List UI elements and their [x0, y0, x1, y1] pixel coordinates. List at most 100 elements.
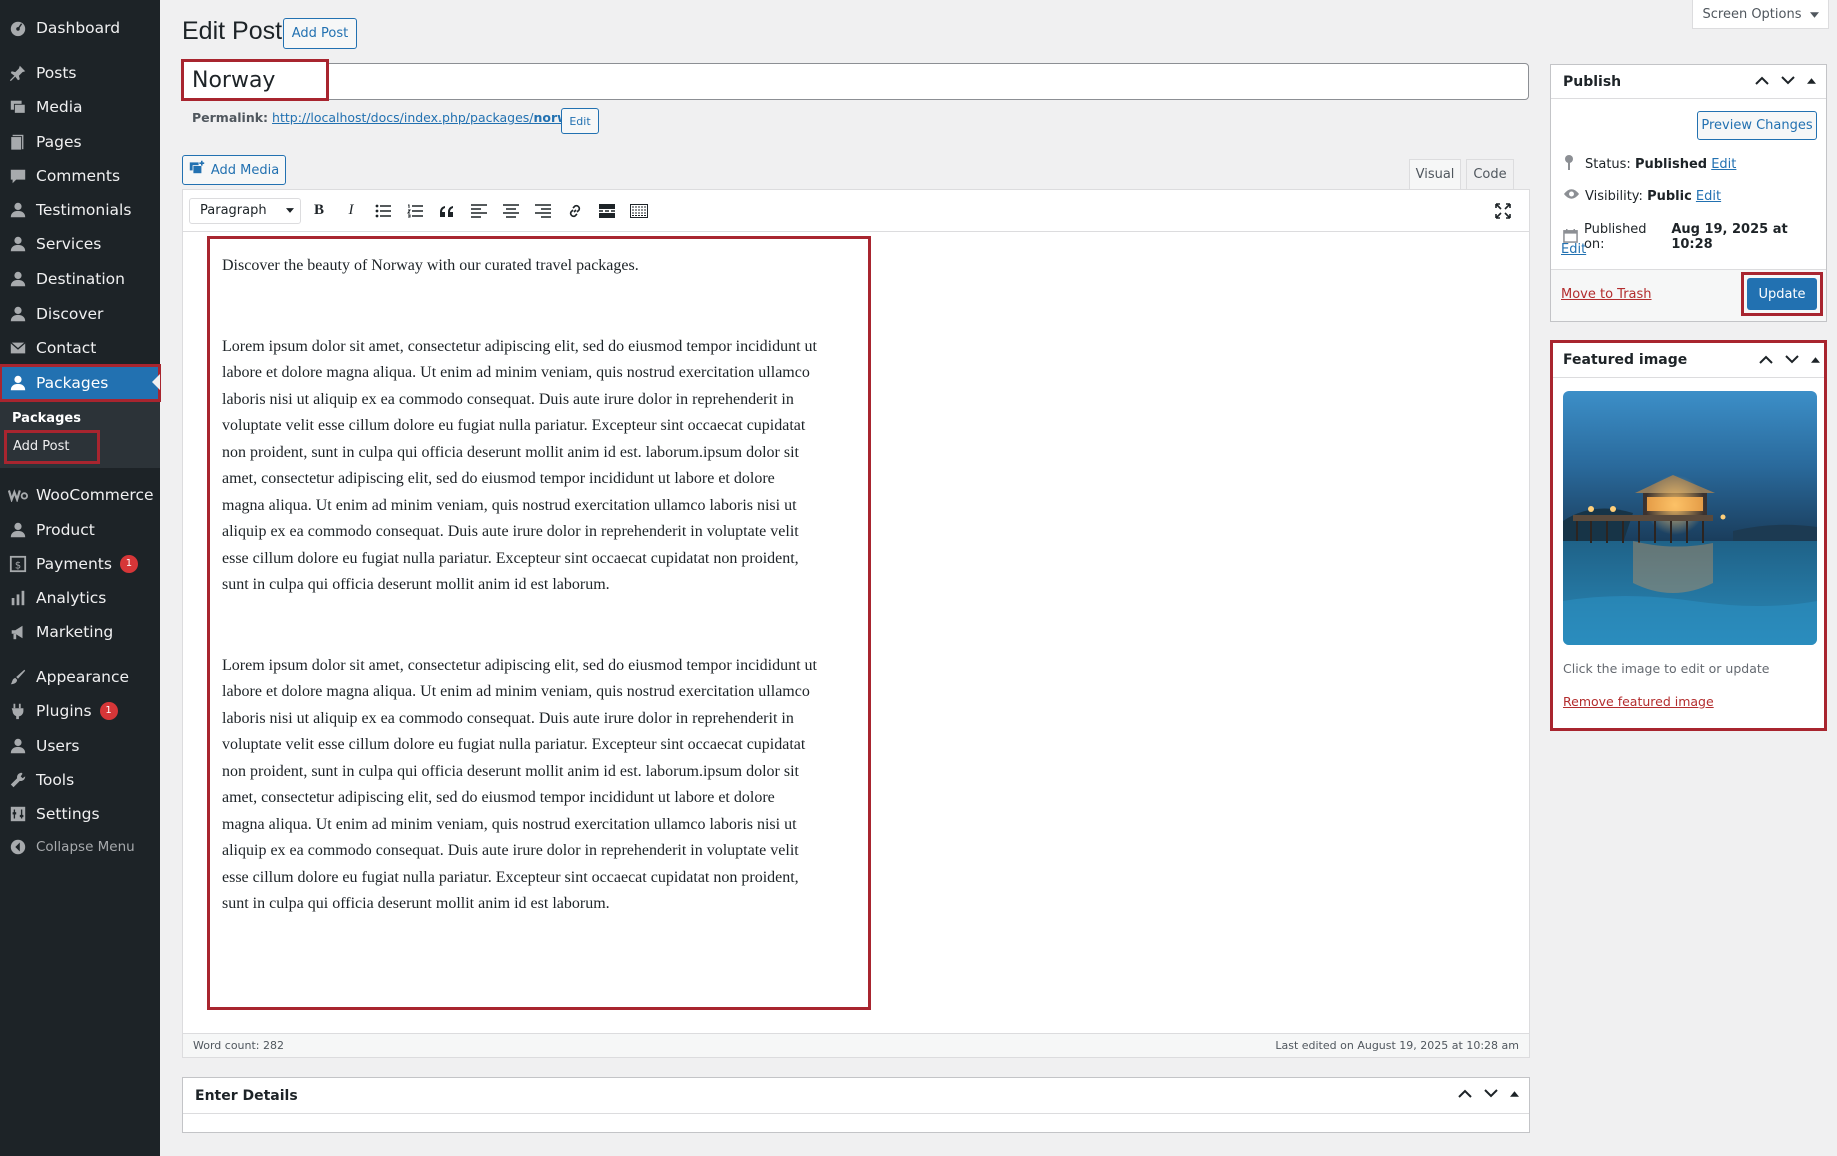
move-down-icon[interactable] — [1484, 1089, 1498, 1098]
sidebar-item-dashboard[interactable]: Dashboard — [0, 11, 160, 45]
permalink-edit-button[interactable]: Edit — [561, 108, 599, 134]
align-center-icon[interactable] — [495, 197, 527, 225]
enter-details-header[interactable]: Enter Details — [183, 1078, 1529, 1114]
screen-options-label: Screen Options — [1702, 6, 1802, 22]
sidebar-item-tools[interactable]: Tools — [0, 763, 160, 797]
align-right-icon[interactable] — [527, 197, 559, 225]
move-to-trash-link[interactable]: Move to Trash — [1561, 287, 1652, 302]
dashboard-icon — [0, 19, 36, 37]
featured-image-thumbnail[interactable] — [1563, 391, 1817, 645]
preview-changes-button[interactable]: Preview Changes — [1697, 111, 1817, 140]
move-up-icon[interactable] — [1759, 355, 1773, 364]
add-media-icon — [189, 160, 205, 180]
content-paragraph: Discover the beauty of Norway with our c… — [222, 257, 639, 274]
dollar-icon: $ — [0, 555, 36, 573]
visibility-label: Visibility: — [1585, 188, 1643, 204]
screen-options-toggle[interactable]: Screen Options — [1692, 0, 1829, 29]
sidebar-item-analytics[interactable]: Analytics — [0, 581, 160, 615]
numbered-list-icon[interactable] — [399, 197, 431, 225]
settings-icon — [0, 805, 36, 823]
sidebar-item-destination[interactable]: Destination — [0, 262, 160, 296]
fullscreen-icon[interactable] — [1487, 197, 1519, 225]
sidebar-item-woocommerce[interactable]: WooCommerce — [0, 478, 160, 512]
sidebar-item-contact[interactable]: Contact — [0, 331, 160, 365]
status-edit-link[interactable]: Edit — [1711, 157, 1736, 172]
toggle-panel-icon[interactable] — [1807, 77, 1816, 84]
brush-icon — [0, 668, 36, 686]
italic-icon[interactable]: I — [335, 197, 367, 225]
sidebar-item-label: Media — [36, 98, 83, 116]
user-icon — [0, 305, 36, 323]
sidebar-item-label: Comments — [36, 167, 121, 185]
read-more-icon[interactable] — [591, 197, 623, 225]
pier-photo — [1563, 391, 1817, 645]
title-field[interactable] — [182, 63, 1529, 100]
move-up-icon[interactable] — [1755, 76, 1769, 85]
sidebar-item-marketing[interactable]: Marketing — [0, 615, 160, 649]
featured-image-box: Featured image Click the image to edit o… — [1550, 340, 1827, 731]
collapse-icon — [0, 838, 36, 856]
enter-details-title: Enter Details — [195, 1088, 298, 1104]
permalink-link[interactable]: http://localhost/docs/index.php/packages… — [272, 110, 589, 125]
visibility-row: Visibility: Public Edit — [1563, 188, 1721, 204]
sidebar-item-comments[interactable]: Comments — [0, 159, 160, 193]
sidebar-item-label: Discover — [36, 305, 104, 323]
sidebar-item-users[interactable]: Users — [0, 729, 160, 763]
sidebar-item-media[interactable]: Media — [0, 90, 160, 124]
move-up-icon[interactable] — [1458, 1089, 1472, 1098]
sidebar-item-discover[interactable]: Discover — [0, 297, 160, 331]
align-left-icon[interactable] — [463, 197, 495, 225]
add-media-button[interactable]: Add Media — [182, 155, 286, 185]
toggle-panel-icon[interactable] — [1510, 1090, 1519, 1097]
move-down-icon[interactable] — [1785, 355, 1799, 364]
sidebar-item-plugins[interactable]: Plugins 1 — [0, 694, 160, 728]
move-down-icon[interactable] — [1781, 76, 1795, 85]
bold-icon[interactable]: B — [303, 197, 335, 225]
sidebar-item-testimonials[interactable]: Testimonials — [0, 193, 160, 227]
blockquote-icon[interactable] — [431, 197, 463, 225]
published-on-row: Published on: Aug 19, 2025 at 10:28 — [1563, 222, 1826, 252]
sidebar-item-label: Product — [36, 521, 95, 539]
sidebar-item-label: Users — [36, 737, 80, 755]
chart-icon — [0, 589, 36, 607]
bullet-list-icon[interactable] — [367, 197, 399, 225]
publish-header[interactable]: Publish — [1551, 65, 1826, 99]
media-icon — [0, 98, 36, 116]
sidebar-item-label: Services — [36, 235, 102, 253]
status-row: Status: Published Edit — [1563, 154, 1736, 174]
sidebar-item-settings[interactable]: Settings — [0, 797, 160, 831]
sidebar-item-payments[interactable]: $ Payments 1 — [0, 547, 160, 581]
sidebar-item-label: Marketing — [36, 623, 114, 641]
sidebar-item-posts[interactable]: Posts — [0, 56, 160, 90]
remove-featured-image-link[interactable]: Remove featured image — [1563, 694, 1714, 709]
sidebar-item-appearance[interactable]: Appearance — [0, 660, 160, 694]
toggle-panel-icon[interactable] — [1811, 356, 1820, 363]
visibility-edit-link[interactable]: Edit — [1696, 189, 1721, 204]
format-select[interactable]: Paragraph — [189, 197, 301, 224]
collapse-menu-label: Collapse Menu — [36, 839, 135, 855]
toolbar-toggle-icon[interactable] — [623, 197, 655, 225]
featured-image-header[interactable]: Featured image — [1553, 343, 1824, 378]
editor-content[interactable]: Discover the beauty of Norway with our c… — [207, 236, 871, 1010]
sidebar-item-product[interactable]: Product — [0, 513, 160, 547]
mail-icon — [0, 339, 36, 357]
title-input[interactable]: Norway — [181, 59, 329, 101]
update-button-highlight: Update — [1741, 272, 1823, 316]
sidebar-item-packages[interactable]: Packages — [0, 364, 161, 402]
link-icon[interactable] — [559, 197, 591, 225]
plugin-icon — [0, 702, 36, 720]
tab-visual[interactable]: Visual — [1409, 159, 1461, 189]
publish-box: Publish Preview Changes Status: Publishe… — [1550, 64, 1827, 322]
update-button[interactable]: Update — [1747, 278, 1817, 310]
eye-icon — [1563, 188, 1585, 204]
published-edit-link[interactable]: Edit — [1561, 242, 1586, 257]
sidebar-item-label: Destination — [36, 270, 125, 288]
word-count: Word count: 282 — [193, 1039, 285, 1052]
collapse-menu-button[interactable]: Collapse Menu — [0, 830, 160, 864]
add-post-button[interactable]: Add Post — [283, 18, 357, 49]
tab-code[interactable]: Code — [1466, 159, 1514, 189]
submenu-title[interactable]: Packages — [12, 411, 81, 426]
sidebar-item-pages[interactable]: Pages — [0, 125, 160, 159]
submenu-item-add-post[interactable]: Add Post — [4, 430, 100, 464]
sidebar-item-services[interactable]: Services — [0, 227, 160, 261]
